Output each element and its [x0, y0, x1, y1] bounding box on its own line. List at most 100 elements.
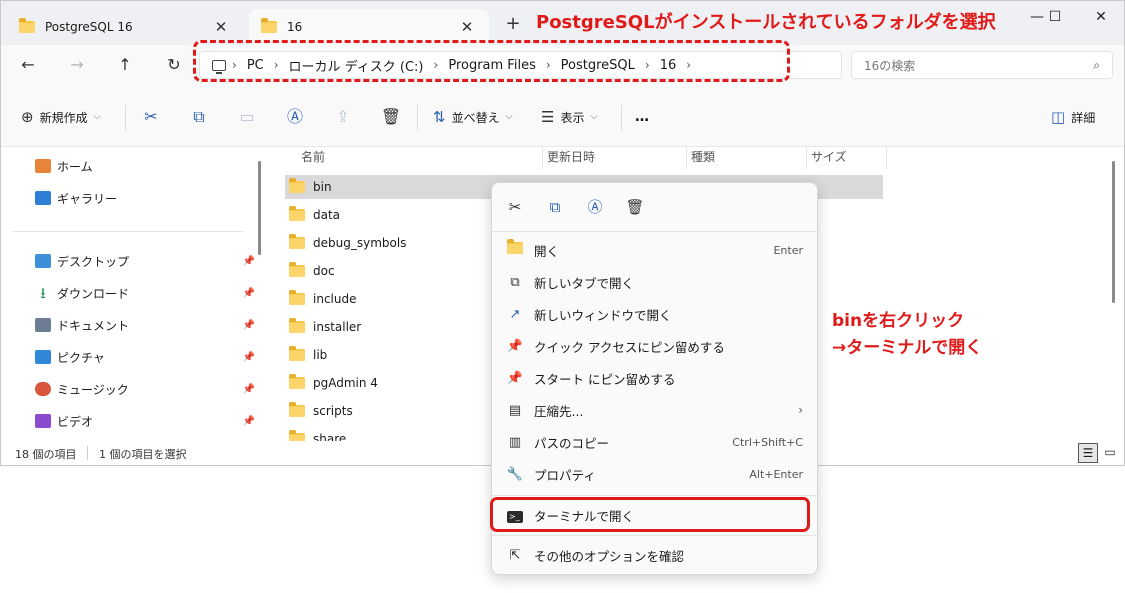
copy-icon[interactable]: ⧉ — [187, 105, 211, 129]
nav-item-music[interactable]: ミュージック 📌 — [35, 378, 255, 400]
details-view-icon[interactable]: ☰ — [1078, 443, 1098, 463]
document-icon — [35, 318, 51, 332]
folder-icon — [289, 430, 305, 441]
nav-label: ホーム — [57, 159, 93, 174]
close-icon[interactable]: ✕ — [457, 18, 477, 36]
annotation-note-line2: →ターミナルで開く — [832, 338, 983, 358]
pin-icon[interactable]: 📌 — [243, 384, 255, 395]
new-tab-icon: ⧉ — [510, 274, 520, 290]
file-name: include — [313, 292, 357, 306]
file-name: pgAdmin 4 — [313, 376, 378, 390]
file-name: lib — [313, 348, 328, 362]
menu-label: 開く — [534, 243, 560, 259]
copy-icon[interactable]: ⧉ — [542, 195, 568, 219]
menu-item-compress[interactable]: ▤ 圧縮先... › — [502, 396, 809, 424]
cut-icon[interactable]: ✂ — [139, 105, 163, 129]
shortcut: Ctrl+Shift+C — [732, 435, 803, 449]
pin-icon[interactable]: 📌 — [243, 320, 255, 331]
delete-icon[interactable]: 🗑 — [379, 105, 403, 129]
column-header-size[interactable]: サイズ — [807, 147, 887, 169]
menu-label: 新しいウィンドウで開く — [534, 307, 672, 323]
folder-icon — [289, 262, 305, 277]
nav-label: ドキュメント — [57, 318, 130, 333]
sort-button[interactable]: ⇅ 並べ替え ⌵ — [433, 105, 512, 129]
folder-icon — [19, 18, 35, 33]
item-count: 18 個の項目 — [15, 448, 77, 461]
shortcut: Enter — [773, 243, 803, 257]
maximize-button[interactable]: ☐ — [1037, 5, 1073, 29]
view-button[interactable]: ☰ 表示 ⌵ — [541, 105, 597, 129]
scrollbar[interactable] — [258, 161, 261, 255]
video-icon — [35, 414, 51, 428]
back-button[interactable]: ← — [15, 53, 41, 77]
menu-item-copy-path[interactable]: ▥ パスのコピー Ctrl+Shift+C — [502, 428, 809, 456]
menu-item-more-options[interactable]: ⇱ その他のオプションを確認 — [502, 541, 809, 569]
menu-label: プロパティ — [534, 467, 596, 483]
nav-label: ダウンロード — [57, 286, 130, 301]
menu-item-open-new-tab[interactable]: ⧉ 新しいタブで開く — [502, 268, 809, 296]
new-tab-button[interactable]: + — [501, 13, 525, 37]
menu-label: 新しいタブで開く — [534, 275, 635, 291]
nav-item-pictures[interactable]: ピクチャ 📌 — [35, 346, 255, 368]
annotation-note-line1: binを右クリック — [832, 311, 965, 331]
menu-item-properties[interactable]: 🔧 プロパティ Alt+Enter — [502, 460, 809, 488]
scrollbar[interactable] — [1112, 161, 1115, 303]
chevron-down-icon: ⌵ — [93, 112, 101, 122]
pictures-icon — [35, 350, 51, 364]
menu-item-pin-quick-access[interactable]: 📌 クイック アクセスにピン留めする — [502, 332, 809, 360]
chevron-right-icon: › — [798, 403, 803, 417]
close-window-button[interactable]: ✕ — [1081, 5, 1121, 29]
nav-item-desktop[interactable]: デスクトップ 📌 — [35, 250, 255, 272]
more-options-icon: ⇱ — [509, 547, 521, 563]
nav-item-gallery[interactable]: ギャラリー — [35, 187, 255, 209]
more-button[interactable]: … — [635, 105, 649, 129]
nav-item-documents[interactable]: ドキュメント 📌 — [35, 314, 255, 336]
paste-icon[interactable]: ▭ — [235, 105, 259, 129]
zip-folder-icon: ▤ — [508, 402, 522, 418]
column-header-name[interactable]: 名前 — [297, 147, 543, 169]
delete-icon[interactable]: 🗑 — [622, 195, 648, 219]
forward-button[interactable]: → — [64, 53, 90, 77]
menu-item-open[interactable]: 開く Enter — [502, 236, 809, 264]
divider — [621, 105, 622, 131]
command-bar: ⊕ 新規作成 ⌵ ✂ ⧉ ▭ Ⓐ ⇪ 🗑 ⇅ 並べ替え ⌵ ☰ 表示 ⌵ … ◫… — [1, 87, 1124, 147]
close-icon[interactable]: ✕ — [211, 18, 231, 36]
rename-icon[interactable]: Ⓐ — [283, 105, 307, 129]
file-name: bin — [313, 180, 332, 194]
cut-icon[interactable]: ✂ — [502, 195, 528, 219]
menu-label: その他のオプションを確認 — [534, 548, 685, 564]
share-icon[interactable]: ⇪ — [331, 105, 355, 129]
folder-icon — [507, 239, 523, 254]
file-name: share — [313, 432, 347, 441]
tiles-view-icon[interactable]: ▭ — [1100, 443, 1120, 463]
folder-icon — [289, 290, 305, 305]
navigation-pane: ホーム ギャラリー デスクトップ 📌 ⭳ ダウンロード 📌 ドキュメント 📌 ピ… — [1, 147, 269, 441]
nav-item-videos[interactable]: ビデオ 📌 — [35, 410, 255, 432]
folder-icon — [289, 206, 305, 221]
pin-icon[interactable]: 📌 — [243, 352, 255, 363]
new-button[interactable]: ⊕ 新規作成 ⌵ — [21, 105, 100, 129]
menu-item-pin-start[interactable]: 📌 スタート にピン留めする — [502, 364, 809, 392]
column-header-date[interactable]: 更新日時 — [543, 147, 687, 169]
pin-icon[interactable]: 📌 — [243, 416, 255, 427]
up-button[interactable]: ↑ — [112, 53, 138, 77]
file-name: scripts — [313, 404, 353, 418]
refresh-button[interactable]: ↻ — [161, 53, 187, 77]
divider — [492, 535, 817, 536]
search-input[interactable]: 16の検索 ⌕ — [851, 51, 1113, 79]
nav-item-home[interactable]: ホーム — [35, 155, 255, 177]
column-header-type[interactable]: 種類 — [687, 147, 807, 169]
annotation-terminal-highlight — [490, 497, 810, 532]
nav-item-downloads[interactable]: ⭳ ダウンロード 📌 — [35, 282, 255, 304]
details-button[interactable]: ◫ 詳細 — [1051, 105, 1095, 129]
file-name: data — [313, 208, 341, 222]
divider — [492, 495, 817, 496]
pin-icon[interactable]: 📌 — [243, 256, 255, 267]
pin-icon[interactable]: 📌 — [243, 288, 255, 299]
menu-label: スタート にピン留めする — [534, 371, 676, 387]
rename-icon[interactable]: Ⓐ — [582, 195, 608, 219]
shortcut: Alt+Enter — [749, 467, 803, 481]
divider — [125, 105, 126, 131]
menu-item-open-new-window[interactable]: ↗ 新しいウィンドウで開く — [502, 300, 809, 328]
download-icon: ⭳ — [40, 284, 46, 302]
